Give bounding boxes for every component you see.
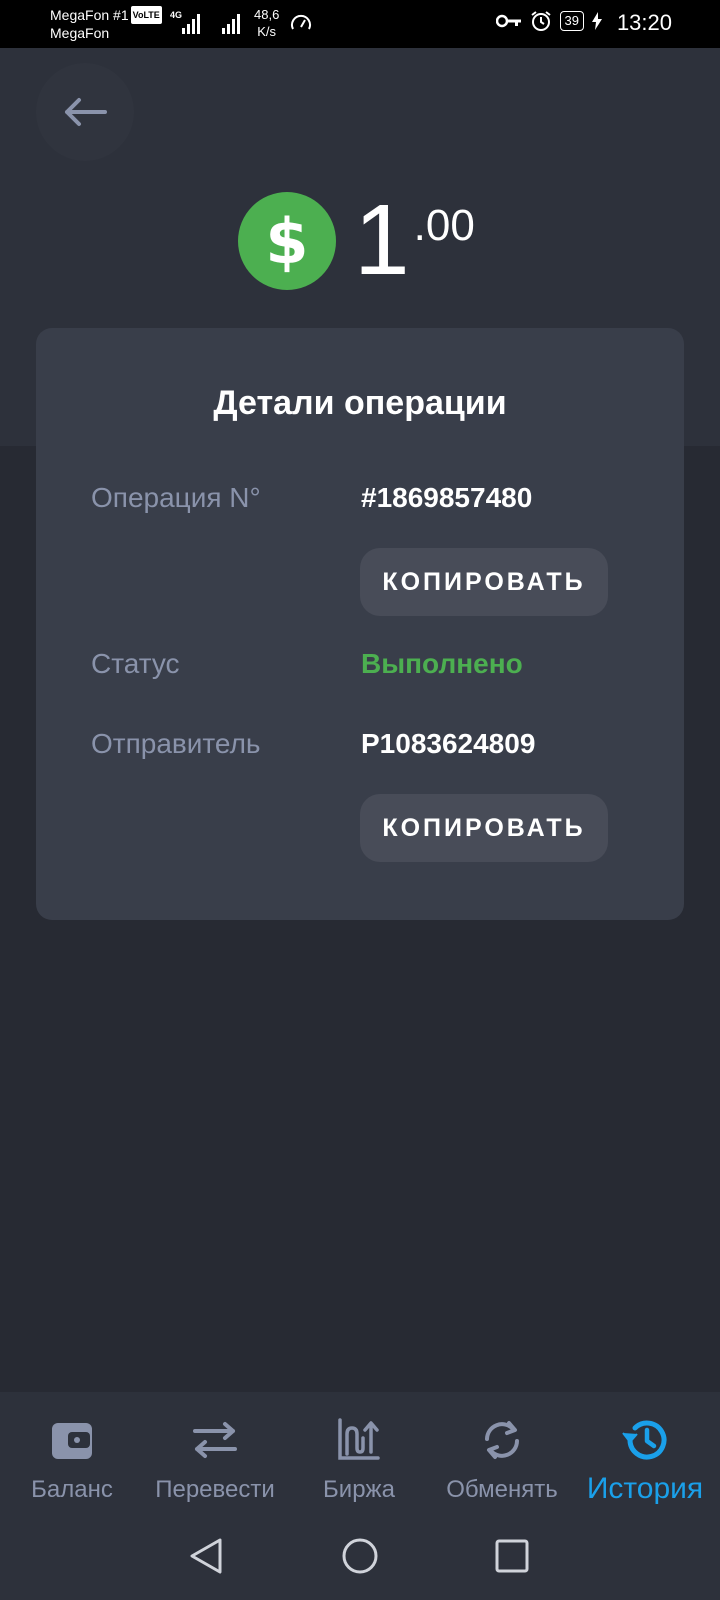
volte-badge: VoLTE xyxy=(130,6,162,24)
exchange-chart-icon xyxy=(338,1418,380,1460)
back-nav-button[interactable] xyxy=(182,1532,230,1580)
arrow-left-icon xyxy=(65,98,107,126)
key-icon xyxy=(495,14,521,28)
nav-item-balance[interactable]: Баланс xyxy=(10,1392,134,1512)
status-value: Выполнено xyxy=(361,648,523,679)
nav-label: Баланс xyxy=(31,1476,113,1503)
speedometer-icon xyxy=(290,14,312,37)
nav-label: История xyxy=(586,1472,704,1505)
carrier-info: MegaFon #1 VoLTE MegaFon xyxy=(50,6,162,42)
transfer-arrows-icon xyxy=(193,1422,237,1458)
status-bar: MegaFon #1 VoLTE MegaFon 4G 48,6 K/s 39 1… xyxy=(0,0,720,48)
dollar-coin-icon: $ xyxy=(238,192,336,290)
network-speed: 48,6 K/s xyxy=(254,7,280,39)
bottom-navigation: Баланс Перевести Биржа Обменять История xyxy=(0,1392,720,1512)
card-title: Детали операции xyxy=(213,384,507,422)
nav-item-swap[interactable]: Обменять xyxy=(432,1392,572,1512)
wallet-icon xyxy=(52,1423,92,1459)
square-recents-icon xyxy=(495,1539,529,1573)
operation-number-value: #1869857480 xyxy=(361,482,533,513)
charging-icon xyxy=(592,12,602,30)
back-button[interactable] xyxy=(36,63,134,161)
nav-label: Перевести xyxy=(155,1476,275,1503)
home-nav-button[interactable] xyxy=(336,1532,384,1580)
carrier-name-2: MegaFon xyxy=(50,25,110,41)
operation-number-label: Операция N° xyxy=(91,482,261,513)
signal-icon xyxy=(222,12,240,34)
system-navigation-bar xyxy=(0,1512,720,1600)
triangle-back-icon xyxy=(190,1538,222,1574)
nav-label: Биржа xyxy=(323,1476,395,1503)
amount-display: $ 1 .00 xyxy=(238,184,475,296)
recents-nav-button[interactable] xyxy=(488,1532,536,1580)
amount-integer: 1 xyxy=(354,184,410,296)
nav-label: Обменять xyxy=(446,1476,558,1503)
nav-item-exchange[interactable]: Биржа xyxy=(304,1392,414,1512)
nav-item-transfer[interactable]: Перевести xyxy=(144,1392,286,1512)
sender-value: P1083624809 xyxy=(361,728,536,759)
signal-icon xyxy=(182,12,200,34)
circle-home-icon xyxy=(342,1538,378,1574)
nav-item-history[interactable]: История xyxy=(578,1392,712,1512)
amount-fraction: .00 xyxy=(413,201,475,250)
sender-label: Отправитель xyxy=(91,728,261,759)
status-icons: 39 xyxy=(495,10,602,32)
clock: 13:20 xyxy=(616,10,672,35)
refresh-icon xyxy=(485,1421,519,1459)
status-label: Статус xyxy=(91,648,180,679)
network-type: 4G xyxy=(170,10,183,20)
history-icon xyxy=(622,1420,667,1460)
operation-details-card: Детали операции Операция N° #1869857480 … xyxy=(36,328,684,920)
copy-operation-button[interactable]: КОПИРОВАТЬ xyxy=(360,548,608,616)
alarm-icon xyxy=(530,11,551,31)
battery-icon: 39 xyxy=(559,11,584,31)
copy-sender-button[interactable]: КОПИРОВАТЬ xyxy=(360,794,608,862)
carrier-name-1: MegaFon #1 xyxy=(50,7,129,23)
